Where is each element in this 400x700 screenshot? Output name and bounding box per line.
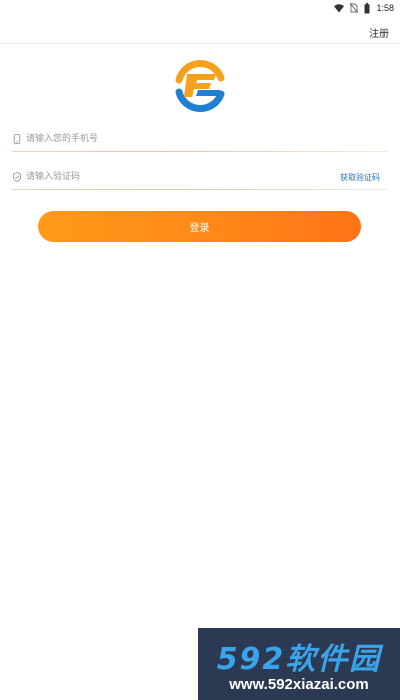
no-sim-icon — [350, 3, 359, 13]
get-code-button[interactable]: 获取验证码 — [340, 172, 380, 183]
phone-input[interactable] — [26, 130, 326, 148]
watermark: 592软件园 www.592xiazai.com — [198, 628, 400, 700]
login-button[interactable]: 登录 — [38, 211, 361, 242]
watermark-url: www.592xiazai.com — [229, 676, 369, 693]
app-logo — [175, 59, 225, 113]
status-icons: 1:58 — [334, 1, 394, 15]
phone-field — [12, 130, 388, 152]
status-bar: 1:58 — [0, 0, 400, 16]
code-underline — [12, 189, 388, 190]
wifi-icon — [334, 3, 345, 13]
status-time: 1:58 — [376, 3, 394, 13]
phone-underline — [12, 151, 388, 152]
app-bar: 注册 — [0, 16, 400, 44]
watermark-brand: 592软件园 — [216, 642, 382, 677]
code-field: 获取验证码 — [12, 168, 388, 190]
shield-icon — [12, 172, 22, 182]
code-input[interactable] — [26, 168, 326, 186]
register-button[interactable]: 注册 — [369, 25, 389, 40]
battery-icon — [364, 2, 370, 14]
phone-icon — [13, 134, 21, 144]
